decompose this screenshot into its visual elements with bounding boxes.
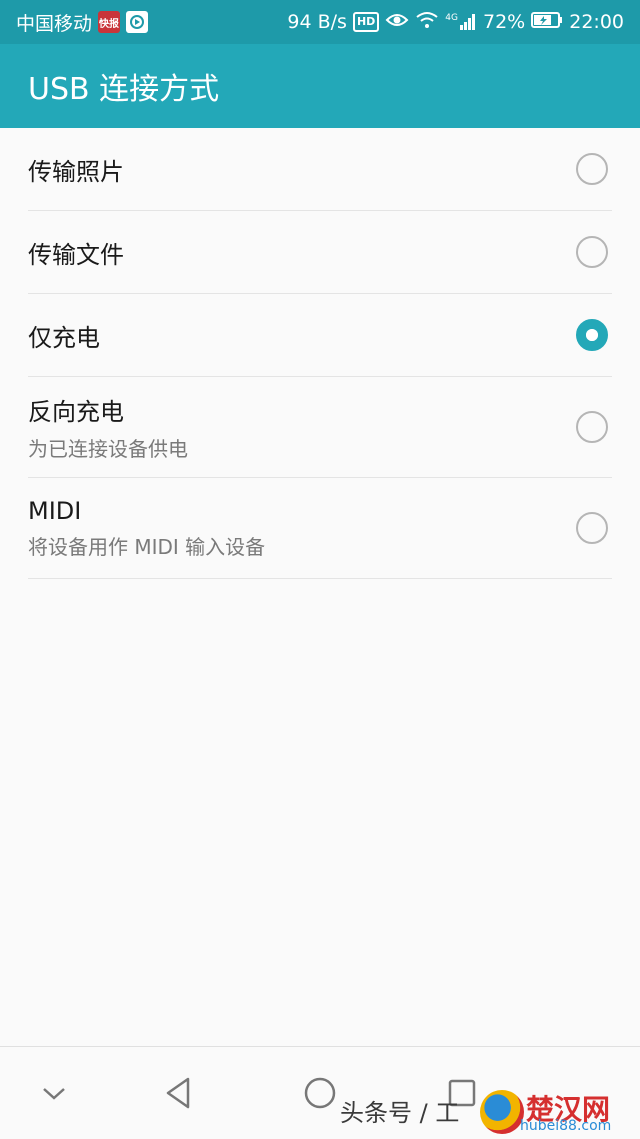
option-transfer-photos[interactable]: 传输照片: [28, 128, 612, 211]
option-text: 传输照片: [28, 152, 124, 187]
radio-button-selected[interactable]: [576, 319, 608, 351]
home-icon[interactable]: [300, 1073, 340, 1113]
signal-icon: 4G: [445, 13, 477, 31]
status-right: 94 B/s HD 4G 72% 22:00: [287, 11, 624, 34]
clock: 22:00: [569, 11, 624, 33]
option-midi[interactable]: MIDI 将设备用作 MIDI 输入设备: [28, 478, 612, 579]
option-text: 仅充电: [28, 318, 100, 353]
hd-icon: HD: [352, 12, 380, 32]
option-title: MIDI: [28, 496, 82, 525]
option-charge-only[interactable]: 仅充电: [28, 294, 612, 377]
option-subtitle: 将设备用作 MIDI 输入设备: [28, 534, 266, 559]
battery-percent: 72%: [483, 11, 526, 33]
option-subtitle: 为已连接设备供电: [28, 437, 188, 461]
status-left: 中国移动 快报: [16, 9, 149, 36]
page-title: USB 连接方式: [28, 72, 220, 107]
chevron-down-icon[interactable]: [34, 1073, 74, 1113]
battery-icon: [531, 11, 563, 33]
carrier-label: 中国移动: [16, 12, 93, 35]
radio-button[interactable]: [576, 236, 608, 268]
radio-button[interactable]: [576, 512, 608, 544]
status-bar: 中国移动 快报 94 B/s HD 4G 72% 22:00: [0, 0, 640, 44]
option-text: 反向充电 为已连接设备供电: [28, 392, 188, 462]
radio-button[interactable]: [576, 153, 608, 185]
watermark-text: 头条号 / 工: [340, 1099, 460, 1127]
option-title: 传输照片: [28, 157, 124, 186]
usb-mode-list: 传输照片 传输文件 仅充电 反向充电 为已连接设备供电 MIDI 将设备用作 M…: [28, 128, 612, 579]
radio-button[interactable]: [576, 411, 608, 443]
app-notification-icon: [126, 11, 149, 33]
option-reverse-charging[interactable]: 反向充电 为已连接设备供电: [28, 377, 612, 478]
eye-icon: [385, 11, 409, 34]
option-title: 仅充电: [28, 323, 100, 352]
wifi-icon: [415, 11, 439, 34]
back-icon[interactable]: [158, 1073, 198, 1113]
watermark-url: hubei88.com: [520, 1118, 612, 1134]
option-title: 反向充电: [28, 398, 124, 426]
network-type-label: 4G: [445, 13, 458, 23]
option-title: 传输文件: [28, 240, 124, 269]
app-bar: USB 连接方式: [0, 44, 640, 128]
option-transfer-files[interactable]: 传输文件: [28, 211, 612, 294]
network-speed: 94 B/s: [287, 11, 347, 33]
option-text: 传输文件: [28, 235, 124, 270]
news-app-icon: 快报: [98, 11, 121, 33]
option-text: MIDI 将设备用作 MIDI 输入设备: [28, 497, 265, 560]
watermark-logo-icon: [480, 1090, 524, 1134]
